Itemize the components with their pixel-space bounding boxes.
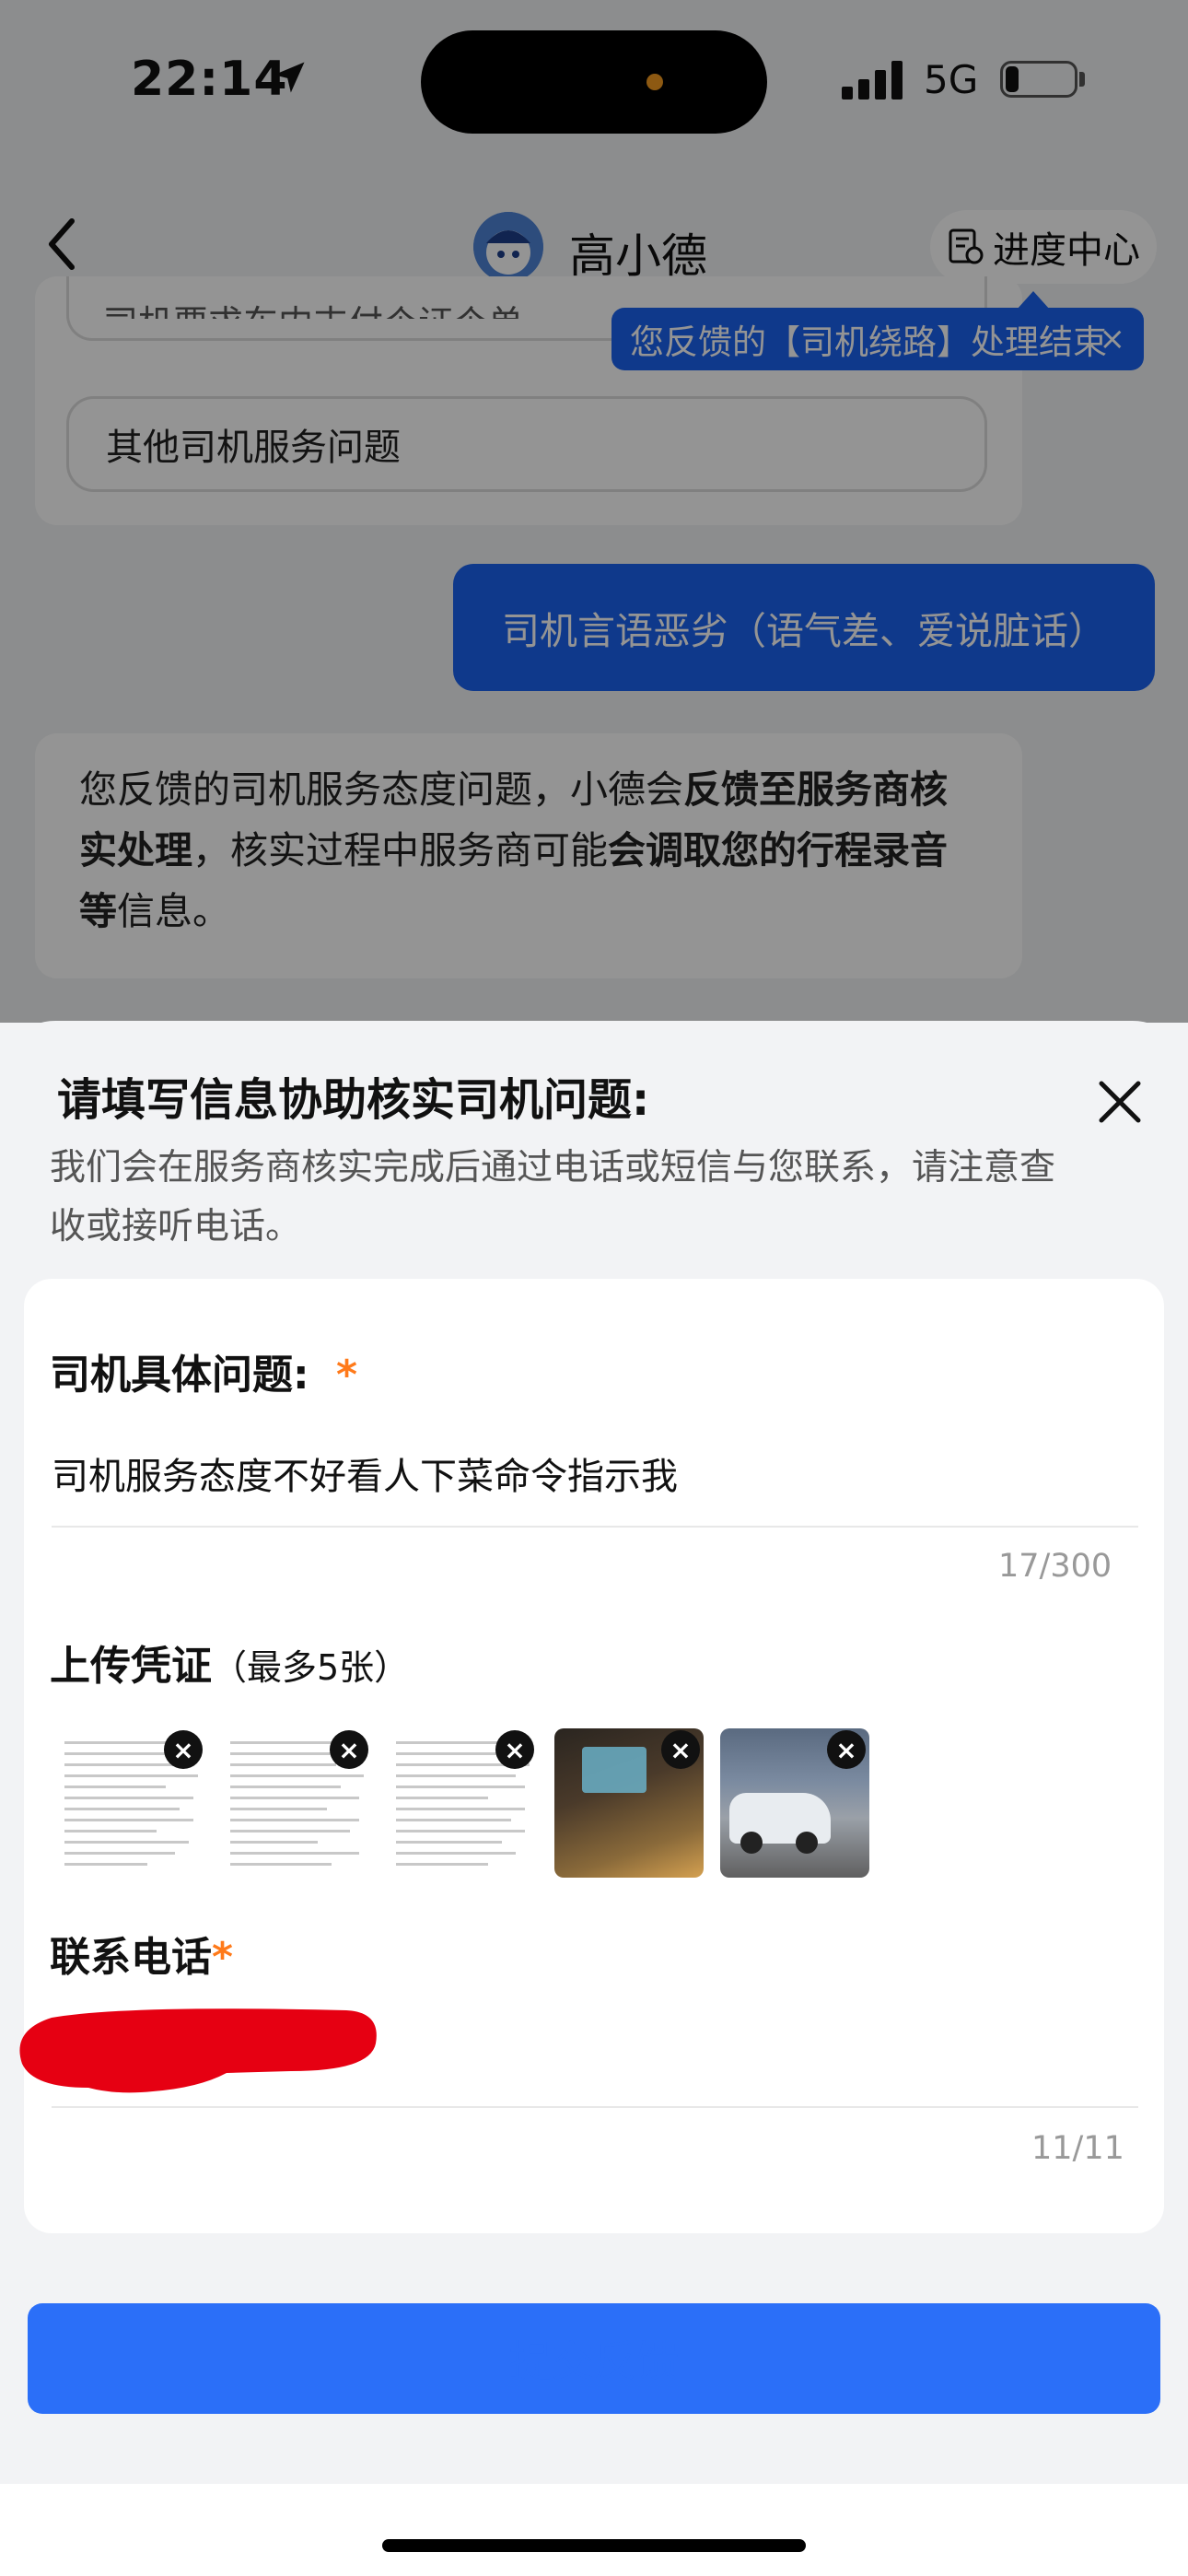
remove-image-2-icon[interactable]: × <box>330 1730 368 1769</box>
close-icon[interactable] <box>1096 1078 1144 1126</box>
required-mark: * <box>335 1352 357 1399</box>
home-indicator-area <box>0 2484 1188 2576</box>
phone-char-count: 11/11 <box>1031 2130 1124 2167</box>
uploaded-image-5[interactable]: × <box>720 1728 869 1878</box>
home-indicator[interactable] <box>382 2539 806 2552</box>
problem-textarea[interactable]: 司机服务态度不好看人下菜命令指示我 <box>52 1446 678 1500</box>
remove-image-1-icon[interactable]: × <box>164 1730 203 1769</box>
problem-label-text: 司机具体问题: <box>50 1352 309 1399</box>
required-mark: * <box>212 1934 234 1981</box>
remove-image-3-icon[interactable]: × <box>495 1730 534 1769</box>
phone-label-text: 联系电话 <box>50 1934 212 1981</box>
uploaded-image-1[interactable]: × <box>57 1728 206 1878</box>
upload-label-text: 上传凭证 <box>50 1643 212 1690</box>
divider <box>52 1526 1138 1528</box>
remove-image-4-icon[interactable]: × <box>661 1730 700 1769</box>
upload-thumbnails: × × × × × <box>57 1728 869 1878</box>
uploaded-image-2[interactable]: × <box>223 1728 372 1878</box>
problem-char-count: 17/300 <box>998 1548 1112 1585</box>
divider <box>52 2106 1138 2108</box>
phone-input-redacted[interactable] <box>15 1999 383 2108</box>
upload-label: 上传凭证（最多5张） <box>50 1633 409 1692</box>
uploaded-image-4[interactable]: × <box>554 1728 704 1878</box>
problem-label: 司机具体问题: * <box>50 1341 357 1400</box>
modal-backdrop[interactable] <box>0 0 1188 1023</box>
sheet-title: 请填写信息协助核实司机问题: <box>57 1074 650 1126</box>
upload-hint: （最多5张） <box>212 1647 410 1688</box>
uploaded-image-3[interactable]: × <box>389 1728 538 1878</box>
submit-button[interactable]: 提交反馈 <box>28 2303 1160 2414</box>
remove-image-5-icon[interactable]: × <box>827 1730 866 1769</box>
sheet-subtitle: 我们会在服务商核实完成后通过电话或短信与您联系，请注意查收或接听电话。 <box>50 1147 1056 1247</box>
phone-label: 联系电话* <box>50 1924 233 1983</box>
